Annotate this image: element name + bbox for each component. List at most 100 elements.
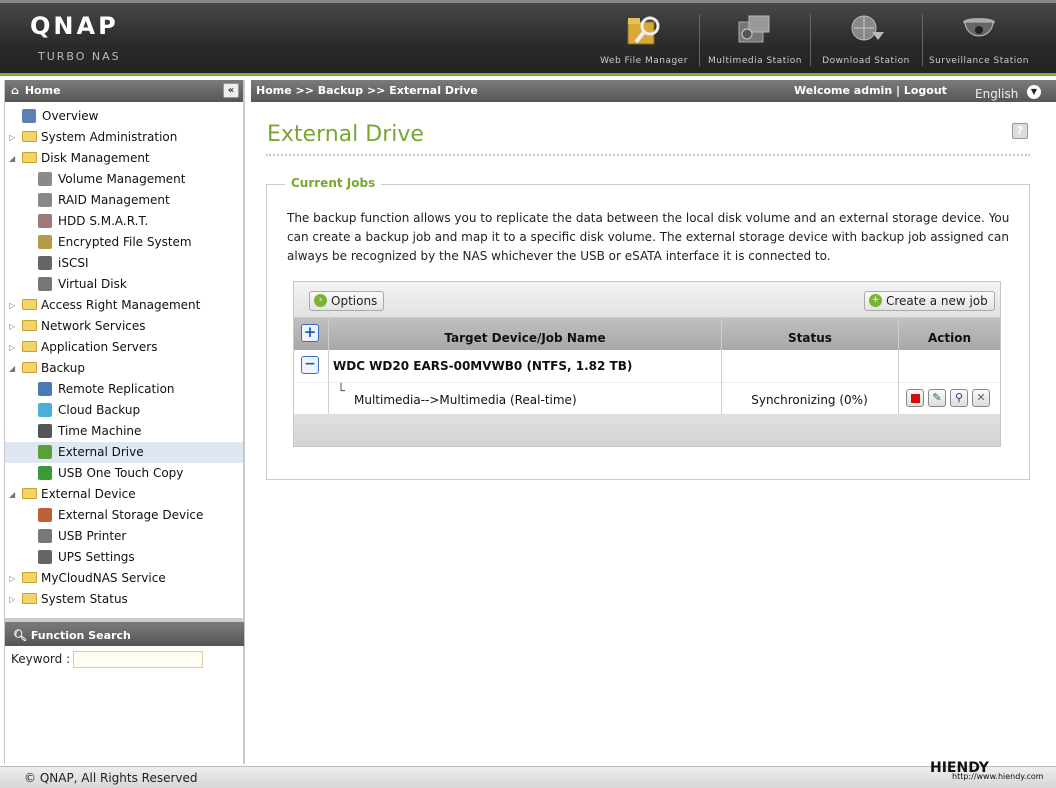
- expanded-arrow-icon[interactable]: ◢: [9, 484, 19, 505]
- collapsed-arrow-icon[interactable]: ▷: [9, 295, 19, 316]
- sidebar-item-iscsi[interactable]: iSCSI: [5, 253, 243, 274]
- top-strip: [0, 0, 1056, 3]
- sidebar-item-usb-one-touch-copy[interactable]: USB One Touch Copy: [5, 463, 243, 484]
- sidebar-item-label: System Status: [41, 592, 128, 606]
- folder-icon: [22, 362, 37, 373]
- collapsed-arrow-icon[interactable]: ▷: [9, 589, 19, 610]
- sidebar-item-system-status[interactable]: ▷ System Status: [5, 589, 243, 610]
- folder-icon: [22, 341, 37, 352]
- nav-download-station[interactable]: Download Station: [811, 10, 921, 70]
- view-button[interactable]: ⚲: [950, 389, 968, 407]
- stop-button[interactable]: [906, 389, 924, 407]
- sidebar-item-external-storage-device[interactable]: External Storage Device: [5, 505, 243, 526]
- sidebar-item-volume-management[interactable]: Volume Management: [5, 169, 243, 190]
- sidebar-item-virtual-disk[interactable]: Virtual Disk: [5, 274, 243, 295]
- sidebar-item-external-drive[interactable]: External Drive: [5, 442, 243, 463]
- sidebar-item-cloud-backup[interactable]: Cloud Backup: [5, 400, 243, 421]
- nav-label: Web File Manager: [600, 56, 688, 66]
- job-name[interactable]: Multimedia-->Multimedia (Real-time): [354, 393, 577, 407]
- sidebar-item-label: External Device: [41, 487, 136, 501]
- backup-description: The backup function allows you to replic…: [287, 211, 1010, 263]
- sidebar-item-label: USB Printer: [58, 529, 127, 543]
- collapse-minus-icon[interactable]: −: [301, 356, 319, 374]
- collapsed-arrow-icon[interactable]: ▷: [9, 337, 19, 358]
- sidebar-item-label: UPS Settings: [58, 550, 135, 564]
- folder-icon: [22, 320, 37, 331]
- external-storage-icon: [38, 507, 52, 522]
- sidebar-item-ups-settings[interactable]: UPS Settings: [5, 547, 243, 568]
- sidebar-item-overview[interactable]: Overview: [5, 106, 243, 127]
- sidebar-item-system-administration[interactable]: ▷ System Administration: [5, 127, 243, 148]
- column-status: Status: [721, 318, 898, 350]
- edit-icon: ✎: [932, 391, 942, 404]
- nav-web-file-manager[interactable]: Web File Manager: [589, 10, 699, 70]
- options-button[interactable]: › Options: [309, 291, 385, 311]
- breadcrumb-bar: Home >> Backup >> External Drive Welcome…: [251, 80, 1056, 102]
- keyword-input[interactable]: [73, 651, 203, 668]
- sidebar-item-application-servers[interactable]: ▷ Application Servers: [5, 337, 243, 358]
- sidebar-item-encrypted-file-system[interactable]: Encrypted File System: [5, 232, 243, 253]
- folder-magnifier-icon: [627, 16, 660, 45]
- create-job-button[interactable]: + Create a new job: [864, 291, 995, 311]
- sidebar-item-label: Disk Management: [41, 151, 150, 165]
- raid-icon: [38, 192, 52, 207]
- sidebar-item-disk-management[interactable]: ◢ Disk Management: [5, 148, 243, 169]
- sidebar-header: ⌂ Home «: [5, 80, 243, 102]
- cloud-icon: [38, 402, 52, 417]
- collapsed-arrow-icon[interactable]: ▷: [9, 316, 19, 337]
- folder-icon: [22, 131, 37, 142]
- collapsed-arrow-icon[interactable]: ▷: [9, 127, 19, 148]
- app-header: QNAP TURBO NAS Web File Manager Multimed…: [0, 0, 1056, 76]
- jobs-table-footer: [294, 414, 1000, 446]
- edit-button[interactable]: ✎: [928, 389, 946, 407]
- sidebar-item-label: External Drive: [58, 445, 144, 459]
- sidebar-item-external-device[interactable]: ◢ External Device: [5, 484, 243, 505]
- sidebar-item-remote-replication[interactable]: Remote Replication: [5, 379, 243, 400]
- watermark-url: http://www.hiendy.com: [952, 772, 1044, 781]
- sidebar-item-label: Access Right Management: [41, 298, 201, 312]
- chevron-down-icon[interactable]: ▼: [1027, 85, 1041, 99]
- sidebar-item-usb-printer[interactable]: USB Printer: [5, 526, 243, 547]
- sidebar-title: Home: [24, 84, 61, 97]
- language-selector[interactable]: English: [975, 83, 1018, 105]
- table-row: └ Multimedia-->Multimedia (Real-time) Sy…: [294, 382, 1000, 414]
- help-icon[interactable]: ?: [1012, 123, 1028, 139]
- nav-surveillance-station[interactable]: Surveillance Station: [924, 10, 1034, 70]
- keyword-label: Keyword :: [11, 652, 71, 666]
- sidebar-item-label: Volume Management: [58, 172, 186, 186]
- iscsi-icon: [38, 255, 52, 270]
- expanded-arrow-icon[interactable]: ◢: [9, 358, 19, 379]
- sidebar-item-label: Time Machine: [58, 424, 142, 438]
- sidebar-item-access-right-management[interactable]: ▷ Access Right Management: [5, 295, 243, 316]
- nav-multimedia-station[interactable]: Multimedia Station: [700, 10, 810, 70]
- logo-subtitle: TURBO NAS: [38, 50, 121, 63]
- expanded-arrow-icon[interactable]: ◢: [9, 148, 19, 169]
- add-icon[interactable]: +: [301, 324, 319, 342]
- sidebar-item-label: Virtual Disk: [58, 277, 127, 291]
- page-title: External Drive: [267, 122, 424, 147]
- usb-icon: [38, 465, 52, 480]
- tree-branch-icon: └: [337, 384, 345, 399]
- welcome-logout[interactable]: Welcome admin | Logout: [794, 80, 947, 102]
- film-camera-icon: [738, 15, 770, 43]
- jobs-toolbar: › Options + Create a new job: [294, 282, 1000, 318]
- usb-drive-icon: [38, 444, 52, 459]
- delete-button[interactable]: ✕: [972, 389, 990, 407]
- collapsed-arrow-icon[interactable]: ▷: [9, 568, 19, 589]
- collapse-sidebar-button[interactable]: «: [223, 83, 239, 98]
- folder-icon: [22, 299, 37, 310]
- sidebar-item-hdd-s-m-a-r-t[interactable]: HDD S.M.A.R.T.: [5, 211, 243, 232]
- sidebar-item-mycloudnas-service[interactable]: ▷ MyCloudNAS Service: [5, 568, 243, 589]
- breadcrumb: Home >> Backup >> External Drive: [256, 84, 478, 97]
- current-jobs-panel: Current Jobs The backup function allows …: [266, 176, 1030, 480]
- nav-label: Download Station: [822, 56, 910, 66]
- folder-icon: [22, 572, 37, 583]
- hdd-smart-icon: [38, 213, 52, 228]
- jobs-table: › Options + Create a new job + Target Devi…: [293, 281, 1001, 447]
- sidebar-item-backup[interactable]: ◢ Backup: [5, 358, 243, 379]
- sidebar-item-time-machine[interactable]: Time Machine: [5, 421, 243, 442]
- sidebar-item-raid-management[interactable]: RAID Management: [5, 190, 243, 211]
- dome-camera-icon: [963, 18, 995, 37]
- sidebar-item-network-services[interactable]: ▷ Network Services: [5, 316, 243, 337]
- remote-replication-icon: [38, 381, 52, 396]
